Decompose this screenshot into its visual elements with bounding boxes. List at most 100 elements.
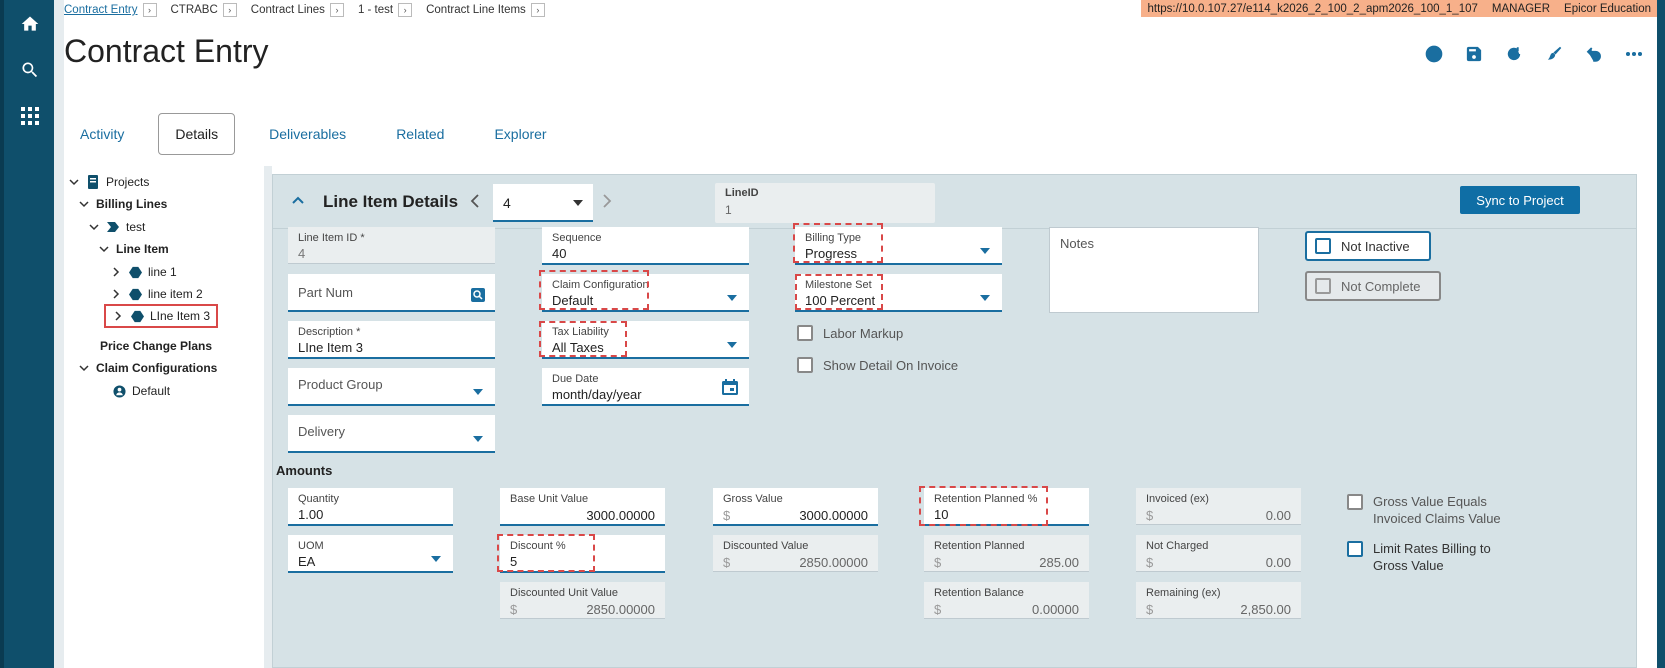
sync-to-project-button[interactable]: Sync to Project (1460, 186, 1580, 214)
splitter[interactable] (264, 166, 272, 668)
limit-rates-checkbox[interactable]: Limit Rates Billing to Gross Value (1347, 540, 1517, 574)
panel-title: Line Item Details (323, 192, 459, 211)
add-new-icon[interactable] (1423, 43, 1445, 65)
tab-details[interactable]: Details (158, 113, 236, 155)
checkbox-box[interactable] (1315, 238, 1331, 254)
undo-icon[interactable] (1583, 43, 1605, 65)
breadcrumb-contract-lines[interactable]: Contract Lines (251, 4, 325, 16)
tree-node-default[interactable]: Default (112, 381, 170, 401)
sequence-field[interactable]: Sequence 40 (542, 227, 749, 265)
field-placeholder: Delivery (298, 424, 345, 439)
book-icon (86, 175, 100, 189)
part-search-icon[interactable] (471, 288, 485, 307)
show-detail-checkbox[interactable]: Show Detail On Invoice (797, 357, 958, 373)
chevron-up-icon[interactable] (291, 193, 307, 209)
billing-type-select[interactable]: Billing Type Progress (795, 227, 1002, 265)
tree-node-price-change[interactable]: Price Change Plans (100, 336, 212, 356)
lineid-label: LineID (725, 187, 759, 199)
product-group-select[interactable]: Product Group (288, 368, 495, 406)
chevron-down-icon[interactable] (98, 243, 110, 255)
breadcrumb-contract-entry[interactable]: Contract Entry (64, 4, 138, 16)
uom-select[interactable]: UOM EA (288, 535, 453, 573)
env-url: https://10.0.107.27/e114_k2026_2_100_2_a… (1147, 2, 1478, 15)
chevron-down-icon[interactable] (78, 362, 90, 374)
tab-activity[interactable]: Activity (64, 116, 140, 152)
save-icon[interactable] (1463, 43, 1485, 65)
lineid-field: LineID 1 (715, 183, 935, 223)
checkbox-box[interactable] (797, 325, 813, 341)
description-field[interactable]: Description * LIne Item 3 (288, 321, 495, 359)
tax-liability-select[interactable]: Tax Liability All Taxes (542, 321, 749, 359)
env-company: Epicor Education (1564, 2, 1651, 15)
line-selector[interactable]: 4 (493, 184, 593, 222)
line-selector-value: 4 (503, 195, 511, 211)
chevron-left-icon[interactable] (469, 193, 483, 209)
hexagon-icon (128, 287, 142, 301)
checkbox-box[interactable] (1315, 278, 1331, 294)
part-num-field[interactable]: Part Num (288, 274, 495, 312)
refresh-icon[interactable] (1503, 43, 1525, 65)
tree-node-test[interactable]: test (88, 217, 145, 237)
tree-label: Price Change Plans (100, 339, 213, 353)
tree-view: Projects Billing Lines test Line Item li… (64, 166, 264, 668)
breadcrumb-line[interactable]: 1 - test (358, 4, 393, 16)
tree-node-line1[interactable]: line 1 (110, 262, 177, 282)
notes-textarea[interactable]: Notes (1049, 227, 1259, 313)
field-label: Invoiced (ex) (1146, 493, 1209, 505)
tree-node-line3[interactable]: LIne Item 3 (104, 304, 219, 328)
quantity-field[interactable]: Quantity 1.00 (288, 488, 453, 526)
chevron-right-icon[interactable]: › (142, 3, 157, 17)
environment-bar: https://10.0.107.27/e114_k2026_2_100_2_a… (1141, 0, 1657, 17)
not-complete-checkbox[interactable]: Not Complete (1305, 271, 1441, 301)
tree-node-billing-lines[interactable]: Billing Lines (78, 194, 167, 214)
tab-related[interactable]: Related (380, 116, 460, 152)
search-icon[interactable] (12, 52, 48, 88)
chevron-right-icon[interactable] (112, 310, 124, 322)
chevron-down-icon[interactable] (68, 176, 80, 188)
tab-deliverables[interactable]: Deliverables (253, 116, 362, 152)
more-options-icon[interactable] (1623, 43, 1645, 65)
chevron-right-icon[interactable]: › (530, 3, 545, 17)
field-value: 1.00 (298, 507, 324, 522)
labor-markup-checkbox[interactable]: Labor Markup (797, 325, 903, 341)
field-label: Gross Value (723, 493, 783, 505)
claim-configuration-select[interactable]: Claim Configuration Default (542, 274, 749, 312)
chevron-down-icon[interactable] (78, 198, 90, 210)
checkbox-box[interactable] (797, 357, 813, 373)
discount-pct-field[interactable]: Discount % 5 (500, 535, 665, 573)
field-label: Description * (298, 326, 361, 338)
apps-grid-icon[interactable] (12, 98, 48, 134)
chevron-right-icon[interactable]: › (398, 3, 413, 17)
checkbox-box[interactable] (1347, 541, 1363, 557)
retention-planned-pct-field[interactable]: Retention Planned % 10 (924, 488, 1089, 526)
milestone-set-select[interactable]: Milestone Set 100 Percent (795, 274, 1002, 312)
tab-explorer[interactable]: Explorer (478, 116, 562, 152)
tree-node-line-item[interactable]: Line Item (98, 239, 169, 259)
line-item-id-field: Line Item ID * 4 (288, 227, 495, 264)
chevron-right-icon[interactable] (110, 266, 122, 278)
clear-brush-icon[interactable] (1543, 43, 1565, 65)
breadcrumb-line-items[interactable]: Contract Line Items (426, 4, 526, 16)
tree-node-projects[interactable]: Projects (68, 172, 149, 192)
due-date-field[interactable]: Due Date month/day/year (542, 368, 749, 406)
chevron-right-icon[interactable] (601, 193, 615, 209)
chevron-right-icon[interactable]: › (329, 3, 344, 17)
currency-symbol: $ (1146, 602, 1154, 617)
caret-down-icon (980, 295, 990, 301)
tree-node-claim-configs[interactable]: Claim Configurations (78, 358, 217, 378)
delivery-select[interactable]: Delivery (288, 415, 495, 453)
chevron-right-icon[interactable] (110, 288, 122, 300)
tree-node-line2[interactable]: line item 2 (110, 284, 203, 304)
field-placeholder: Product Group (298, 377, 383, 392)
base-unit-value-field[interactable]: Base Unit Value 3000.00000 (500, 488, 665, 526)
home-icon[interactable] (12, 6, 48, 42)
checkbox-box[interactable] (1347, 494, 1363, 510)
gross-value-equals-checkbox[interactable]: Gross Value Equals Invoiced Claims Value (1347, 493, 1517, 527)
not-inactive-checkbox[interactable]: Not Inactive (1305, 231, 1431, 261)
chevron-right-icon[interactable]: › (222, 3, 237, 17)
tree-label: line 1 (148, 265, 177, 279)
breadcrumb-ctrabc[interactable]: CTRABC (171, 4, 218, 16)
calendar-icon[interactable] (721, 378, 739, 401)
chevron-down-icon[interactable] (88, 221, 100, 233)
gross-value-field[interactable]: Gross Value $3000.00000 (713, 488, 878, 526)
